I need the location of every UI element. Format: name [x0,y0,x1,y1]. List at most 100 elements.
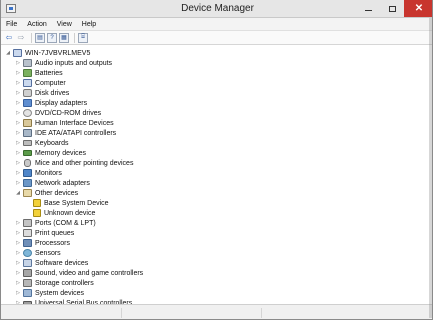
keyboard-icon [23,140,32,146]
tree-item-label: Memory devices [35,149,86,157]
expand-arrow-icon[interactable]: ▷ [15,68,21,78]
forward-arrow-icon[interactable]: ⇨ [16,33,26,43]
mouse-icon [24,159,31,167]
tree-item[interactable]: ▷ Network adapters [15,178,90,188]
expand-arrow-icon[interactable]: ▷ [15,148,21,158]
expand-arrow-icon[interactable]: ▷ [15,98,21,108]
tree-item[interactable]: ▷ Print queues [15,228,74,238]
tree-item-label: Other devices [35,189,79,197]
tree-item-label: Disk drives [35,89,70,97]
back-arrow-icon[interactable]: ⇦ [4,33,14,43]
tree-item[interactable]: ▷ Disk drives [15,88,69,98]
warn-icon [33,199,41,207]
toolbar: ⇦ ⇨ ▤ ? ▦ ⌸ [1,31,432,45]
expand-arrow-icon[interactable]: ▷ [15,138,21,148]
menu-file[interactable]: File [1,21,22,28]
tree-item-label: Print queues [35,229,75,237]
tree-item[interactable]: ▷ Memory devices [15,148,86,158]
show-hide-console-tree-icon[interactable]: ▤ [35,32,45,43]
tree-item[interactable]: ▷ Software devices [15,258,88,268]
tree-item-label: IDE ATA/ATAPI controllers [35,129,117,137]
menu-view[interactable]: View [52,21,77,28]
expand-arrow-icon[interactable]: ▷ [15,128,21,138]
tree-item[interactable]: ▷ Batteries [15,68,63,78]
ide-icon [23,129,32,137]
toolbar-separator [31,32,32,43]
tree-item[interactable]: ▷ Computer [15,78,66,88]
cpu-icon [23,239,32,247]
collapse-arrow-icon[interactable]: ◢ [15,188,21,198]
tree-item-label: Sound, video and game controllers [35,269,144,277]
tree-item[interactable]: ▷ System devices [15,288,84,298]
memory-icon [23,150,32,156]
tree-item[interactable]: Base System Device [25,198,109,208]
title-bar[interactable]: Device Manager ✕ [1,0,432,18]
tree-item[interactable]: ▷ Sensors [15,248,61,258]
expand-arrow-icon[interactable]: ▷ [15,258,21,268]
tree-item[interactable]: ▷ DVD/CD-ROM drives [15,108,101,118]
sensor-icon [23,249,32,257]
device-tree[interactable]: ◢ WIN-7JVBVRLMEV5 ▷ Audio inputs and outp… [1,46,432,304]
collapse-arrow-icon[interactable]: ◢ [5,48,11,58]
tree-item-label: Sensors [35,249,61,257]
tree-item[interactable]: ▷ Storage controllers [15,278,94,288]
tree-item-label: Computer [35,79,66,87]
expand-arrow-icon[interactable]: ▷ [15,88,21,98]
expand-arrow-icon[interactable]: ▷ [15,78,21,88]
tree-item-label: Audio inputs and outputs [35,59,113,67]
maximize-button[interactable] [380,0,404,17]
minimize-button[interactable] [356,0,380,17]
expand-arrow-icon[interactable]: ▷ [15,168,21,178]
expand-arrow-icon[interactable]: ▷ [15,108,21,118]
tree-item-label: Monitors [35,169,62,177]
expand-arrow-icon[interactable]: ▷ [15,288,21,298]
scan-hardware-icon[interactable]: ⌸ [78,32,88,43]
tree-item[interactable]: ▷ Monitors [15,168,62,178]
tree-item[interactable]: ◢ Other devices [15,188,78,198]
monitor-icon [23,169,32,177]
tree-root[interactable]: ◢ WIN-7JVBVRLMEV5 [5,48,90,58]
expand-arrow-icon[interactable]: ▷ [15,218,21,228]
tree-item[interactable]: ▷ IDE ATA/ATAPI controllers [15,128,116,138]
help-icon[interactable]: ? [47,32,57,43]
print-icon [23,229,32,237]
tree-item-label: Batteries [35,69,63,77]
battery-icon [23,69,32,77]
expand-arrow-icon[interactable]: ▷ [15,278,21,288]
status-segment [121,308,122,318]
tree-item-label: Human Interface Devices [35,119,114,127]
storage-icon [23,279,32,287]
tree-item-label: Keyboards [35,139,69,147]
expand-arrow-icon[interactable]: ▷ [15,238,21,248]
hid-icon [23,119,32,127]
warn-icon [33,209,41,217]
properties-icon[interactable]: ▦ [59,32,69,43]
expand-arrow-icon[interactable]: ▷ [15,118,21,128]
close-button[interactable]: ✕ [404,0,432,17]
tree-item[interactable]: ▷ Ports (COM & LPT) [15,218,96,228]
tree-item-label: Software devices [35,259,89,267]
computer-icon [13,49,22,57]
window-controls: ✕ [356,0,432,17]
tree-item[interactable]: ▷ Keyboards [15,138,68,148]
expand-arrow-icon[interactable]: ▷ [15,268,21,278]
tree-item-label: System devices [35,289,85,297]
menu-help[interactable]: Help [77,21,101,28]
expand-arrow-icon[interactable]: ▷ [15,178,21,188]
menu-action[interactable]: Action [22,21,51,28]
tree-item[interactable]: ▷ Processors [15,238,70,248]
expand-arrow-icon[interactable]: ▷ [15,158,21,168]
tree-item[interactable]: ▷ Human Interface Devices [15,118,114,128]
expand-arrow-icon[interactable]: ▷ [15,58,21,68]
tree-item[interactable]: ▷ Sound, video and game controllers [15,268,143,278]
tree-item[interactable]: ▷ Display adapters [15,98,87,108]
expand-arrow-icon[interactable]: ▷ [15,248,21,258]
display-icon [23,99,32,107]
tree-item-label: Ports (COM & LPT) [35,219,96,227]
tree-item[interactable]: ▷ Audio inputs and outputs [15,58,112,68]
tree-item[interactable]: Unknown device [25,208,95,218]
expand-arrow-icon[interactable]: ▷ [15,228,21,238]
tree-item[interactable]: ▷ Mice and other pointing devices [15,158,133,168]
status-segment [261,308,262,318]
